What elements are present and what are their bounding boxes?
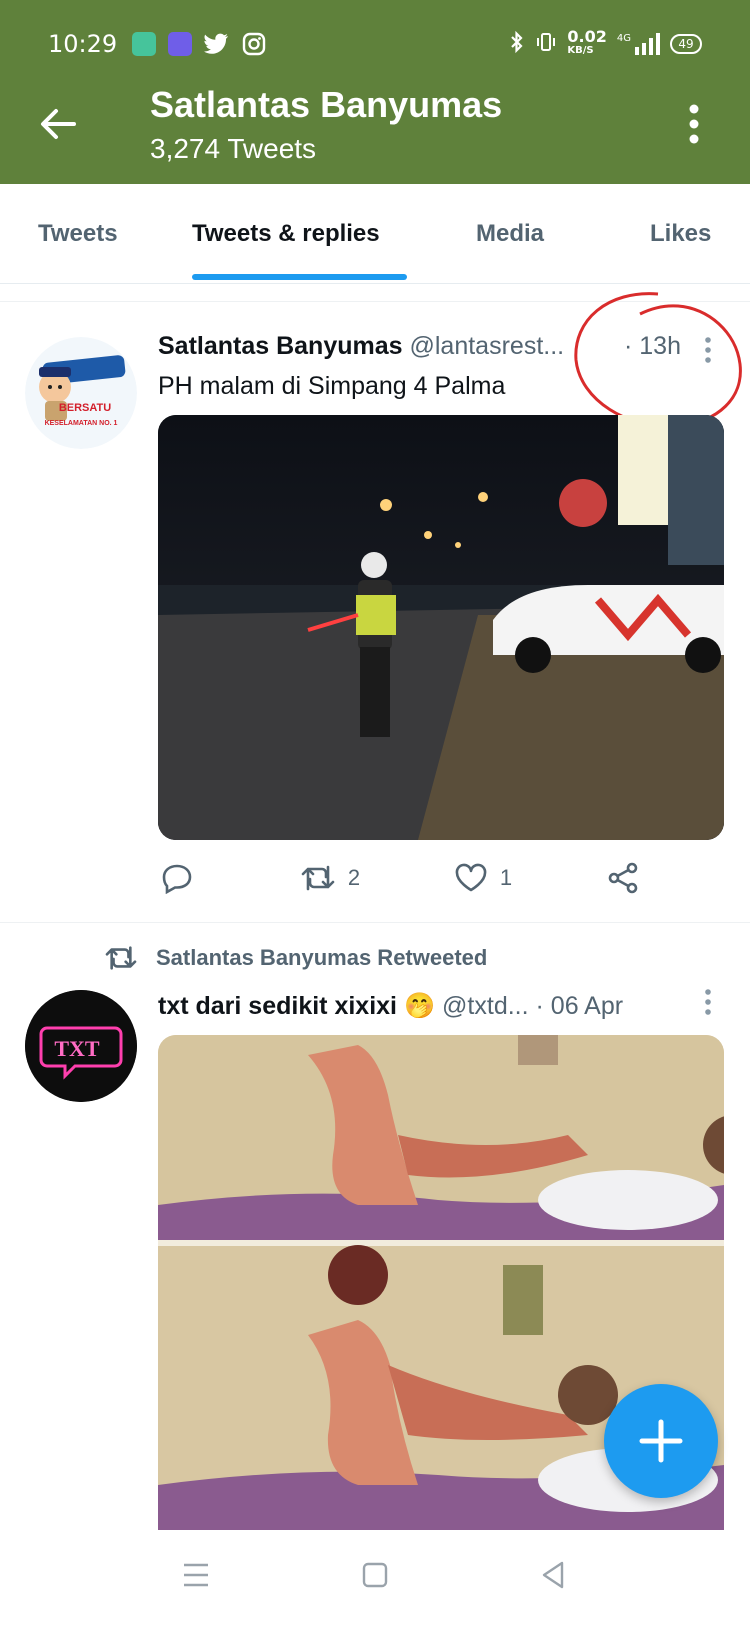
avatar-label-top: BERSATU: [59, 402, 111, 414]
retweet-count: 2: [347, 865, 361, 890]
status-right: 0.02 KB/S 4G 49: [509, 27, 702, 58]
vibrate-icon: [535, 31, 557, 57]
retweet-icon: [301, 865, 335, 891]
network-speed: 0.02 KB/S: [567, 27, 607, 57]
signal-icon: 4G: [617, 33, 660, 55]
tweet-text: PH malam di Simpang 4 Palma: [158, 372, 506, 400]
more-options-icon[interactable]: [688, 104, 700, 144]
bluetooth-icon: [509, 30, 525, 58]
app-header: 10:29 0.02 KB/S 4G 49 Satlantas Banyumas…: [0, 0, 750, 184]
avatar[interactable]: BERSATU KESELAMATAN NO. 1: [25, 337, 137, 449]
like-button[interactable]: 1: [454, 863, 512, 893]
avatar-label-bottom: KESELAMATAN NO. 1: [45, 420, 118, 427]
compose-tweet-button[interactable]: [604, 1384, 718, 1498]
retweet-button[interactable]: 2: [300, 863, 360, 893]
back-icon[interactable]: [540, 1560, 566, 1595]
status-bar: 10:29 0.02 KB/S 4G 49: [0, 0, 750, 90]
reply-button[interactable]: [160, 862, 206, 894]
app-icon: [132, 32, 156, 56]
tweet-header: Satlantas Banyumas @lantasrest...: [158, 332, 564, 361]
system-navigation-bar: [0, 1530, 750, 1625]
share-icon: [608, 862, 638, 894]
heart-icon: [455, 863, 487, 892]
active-tab-indicator: [192, 274, 407, 280]
author-name[interactable]: txt dari sedikit xixixi: [158, 992, 397, 1020]
like-count: 1: [499, 865, 513, 890]
tweet-header: txt dari sedikit xixixi 🤭 @txtd... · 06 …: [158, 992, 623, 1021]
tab-tweets-replies[interactable]: Tweets & replies: [192, 220, 380, 248]
avatar[interactable]: TXT: [25, 990, 137, 1102]
tweet-count: 3,274 Tweets: [150, 133, 317, 164]
twitter-icon: [204, 32, 230, 61]
plus-icon: [639, 1419, 683, 1463]
retweet-icon: [105, 946, 137, 970]
author-handle[interactable]: @lantasrest...: [410, 332, 565, 360]
retweeted-indicator: Satlantas Banyumas Retweeted: [104, 944, 487, 972]
avatar-label: TXT: [54, 1036, 100, 1061]
profile-title: Satlantas Banyumas: [150, 84, 503, 125]
instagram-icon: [242, 32, 266, 61]
tweet-divider: [0, 922, 750, 923]
tab-tweets[interactable]: Tweets: [38, 220, 118, 248]
maps-icon: [168, 32, 192, 56]
author-name[interactable]: Satlantas Banyumas: [158, 332, 403, 360]
tweet-actions: 2 1: [160, 862, 640, 894]
status-time: 10:29: [48, 30, 118, 58]
tweet-menu-icon[interactable]: [704, 988, 712, 1016]
tab-likes[interactable]: Likes: [650, 220, 711, 248]
tweet-time[interactable]: · 06 Apr: [536, 992, 624, 1020]
profile-tabs: Tweets Tweets & replies Media Likes: [0, 184, 750, 284]
share-button[interactable]: [606, 862, 640, 894]
menu-icon[interactable]: [182, 1562, 210, 1593]
tab-media[interactable]: Media: [476, 220, 544, 248]
back-arrow-icon[interactable]: [38, 104, 78, 144]
status-app-icons: [132, 32, 266, 61]
battery-icon: 49: [670, 34, 702, 54]
retweeted-by-label[interactable]: Satlantas Banyumas Retweeted: [156, 945, 487, 971]
reply-icon: [162, 864, 192, 894]
home-icon[interactable]: [362, 1562, 388, 1593]
emoji: 🤭: [403, 992, 436, 1020]
author-handle[interactable]: @txtd...: [442, 992, 529, 1020]
tweet-photo[interactable]: [158, 415, 724, 840]
